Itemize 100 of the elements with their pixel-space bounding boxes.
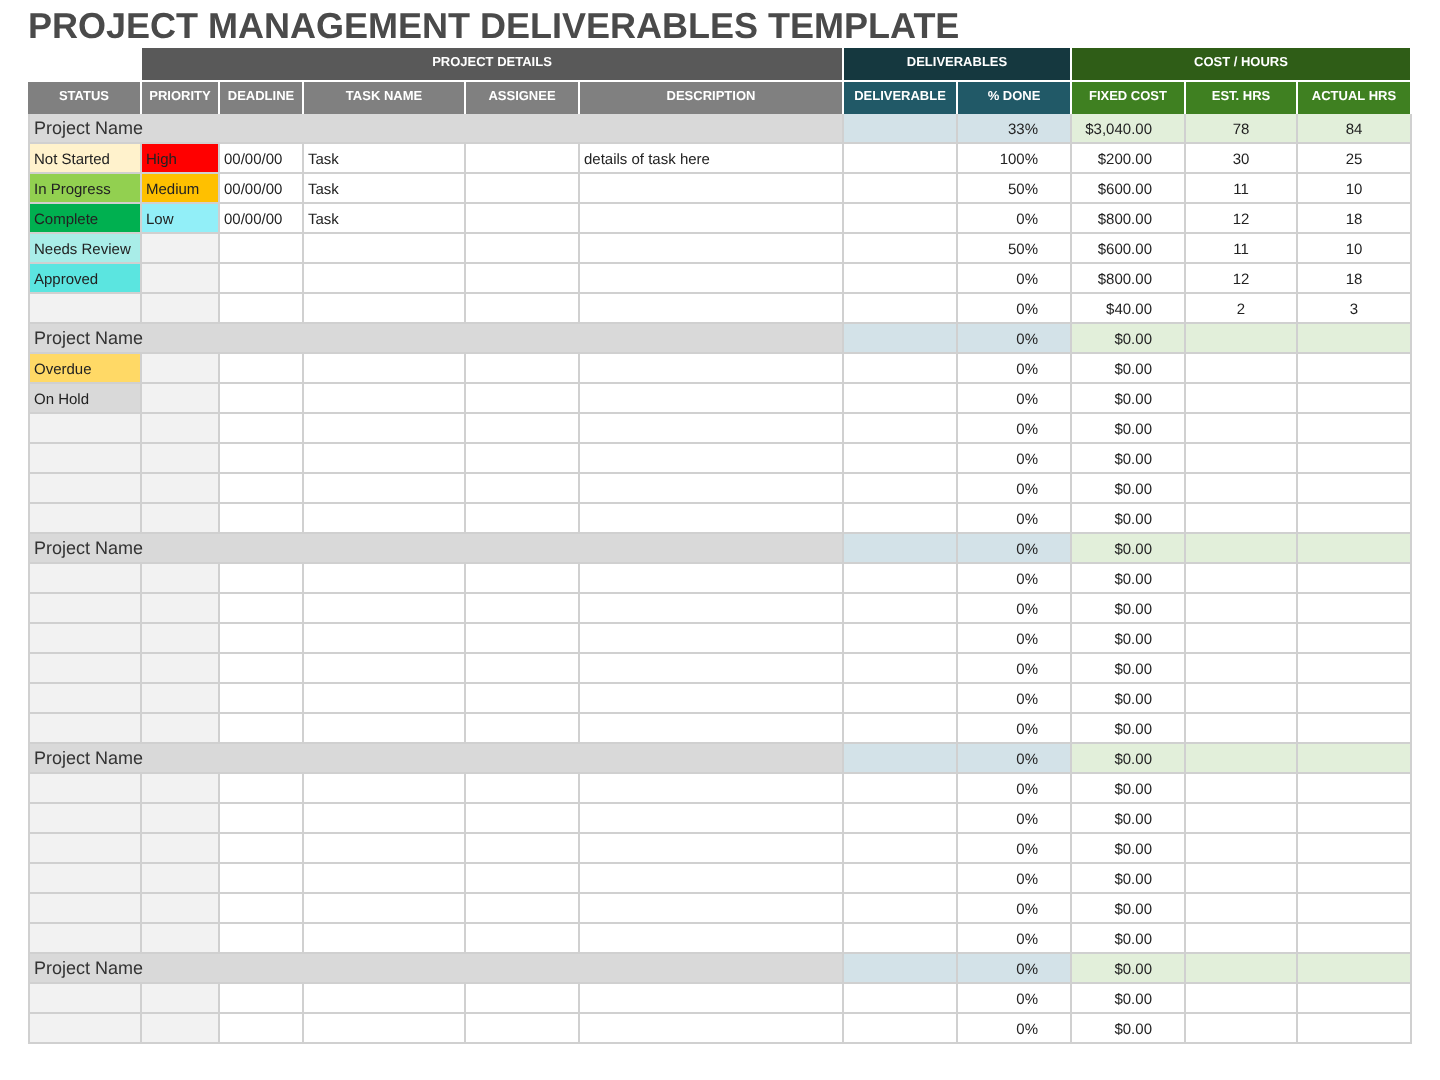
table-cell	[220, 474, 304, 504]
priority-cell	[142, 624, 220, 654]
priority-cell	[142, 354, 220, 384]
table-cell	[1186, 984, 1298, 1014]
status-cell	[28, 414, 142, 444]
table-cell	[1186, 654, 1298, 684]
priority-cell	[142, 984, 220, 1014]
table-cell	[466, 774, 580, 804]
priority-cell	[142, 504, 220, 534]
project-name-cell: Project Name	[28, 324, 844, 354]
table-cell	[466, 354, 580, 384]
table-cell	[220, 894, 304, 924]
table-cell	[844, 894, 958, 924]
table-cell	[466, 564, 580, 594]
table-cell	[466, 174, 580, 204]
table-cell	[844, 564, 958, 594]
table-cell	[1186, 624, 1298, 654]
table-cell	[1298, 414, 1412, 444]
table-cell	[466, 594, 580, 624]
status-cell	[28, 594, 142, 624]
table-cell	[844, 804, 958, 834]
table-cell	[220, 984, 304, 1014]
table-cell	[220, 1014, 304, 1044]
table-cell	[466, 654, 580, 684]
table-cell	[1186, 954, 1298, 984]
table-cell	[1186, 354, 1298, 384]
table-cell	[844, 744, 958, 774]
table-cell	[1186, 804, 1298, 834]
priority-cell	[142, 564, 220, 594]
status-cell	[28, 774, 142, 804]
table-cell	[1298, 594, 1412, 624]
table-cell	[466, 414, 580, 444]
priority-cell	[142, 774, 220, 804]
table-cell	[466, 144, 580, 174]
table-cell	[1298, 1014, 1412, 1044]
table-cell	[844, 414, 958, 444]
table-cell	[844, 654, 958, 684]
table-cell	[220, 354, 304, 384]
table-cell	[1298, 984, 1412, 1014]
table-cell	[1186, 474, 1298, 504]
status-cell	[28, 294, 142, 324]
table-cell	[844, 534, 958, 564]
status-cell	[28, 654, 142, 684]
table-cell	[466, 1014, 580, 1044]
table-cell	[466, 894, 580, 924]
priority-cell	[142, 234, 220, 264]
table-cell	[1298, 534, 1412, 564]
table-cell	[1186, 834, 1298, 864]
table-cell	[844, 834, 958, 864]
table-cell	[844, 474, 958, 504]
table-cell	[1298, 684, 1412, 714]
table-cell	[1298, 894, 1412, 924]
table-cell	[844, 1014, 958, 1044]
status-cell	[28, 474, 142, 504]
status-cell	[28, 564, 142, 594]
status-cell	[28, 864, 142, 894]
table-cell	[844, 264, 958, 294]
table-cell	[844, 144, 958, 174]
status-cell	[28, 714, 142, 744]
table-cell	[844, 864, 958, 894]
table-cell	[844, 174, 958, 204]
table-cell	[1298, 654, 1412, 684]
priority-cell	[142, 864, 220, 894]
table-cell	[466, 234, 580, 264]
table-cell	[1298, 444, 1412, 474]
table-cell	[1298, 324, 1412, 354]
project-name-cell: Project Name	[28, 534, 844, 564]
table-cell	[1298, 474, 1412, 504]
status-cell	[28, 894, 142, 924]
priority-cell	[142, 264, 220, 294]
table-cell	[1298, 354, 1412, 384]
table-cell	[220, 444, 304, 474]
status-cell	[28, 834, 142, 864]
table-cell	[844, 114, 958, 144]
table-cell	[220, 774, 304, 804]
table-cell	[1186, 384, 1298, 414]
table-cell	[220, 864, 304, 894]
priority-cell	[142, 654, 220, 684]
table-cell	[1186, 894, 1298, 924]
table-cell	[220, 564, 304, 594]
table-cell	[466, 204, 580, 234]
priority-cell	[142, 594, 220, 624]
table-cell	[1186, 864, 1298, 894]
table-cell	[844, 624, 958, 654]
table-cell	[466, 444, 580, 474]
table-cell	[844, 774, 958, 804]
table-cell	[844, 234, 958, 264]
table-cell	[844, 954, 958, 984]
table-cell	[466, 984, 580, 1014]
status-cell	[28, 1014, 142, 1044]
table-cell	[1298, 744, 1412, 774]
table-cell	[466, 624, 580, 654]
table-cell	[466, 474, 580, 504]
status-cell	[28, 804, 142, 834]
table-cell	[1186, 684, 1298, 714]
table-cell	[220, 384, 304, 414]
table-cell	[220, 594, 304, 624]
status-cell	[28, 504, 142, 534]
table-cell	[1298, 804, 1412, 834]
priority-cell	[142, 714, 220, 744]
